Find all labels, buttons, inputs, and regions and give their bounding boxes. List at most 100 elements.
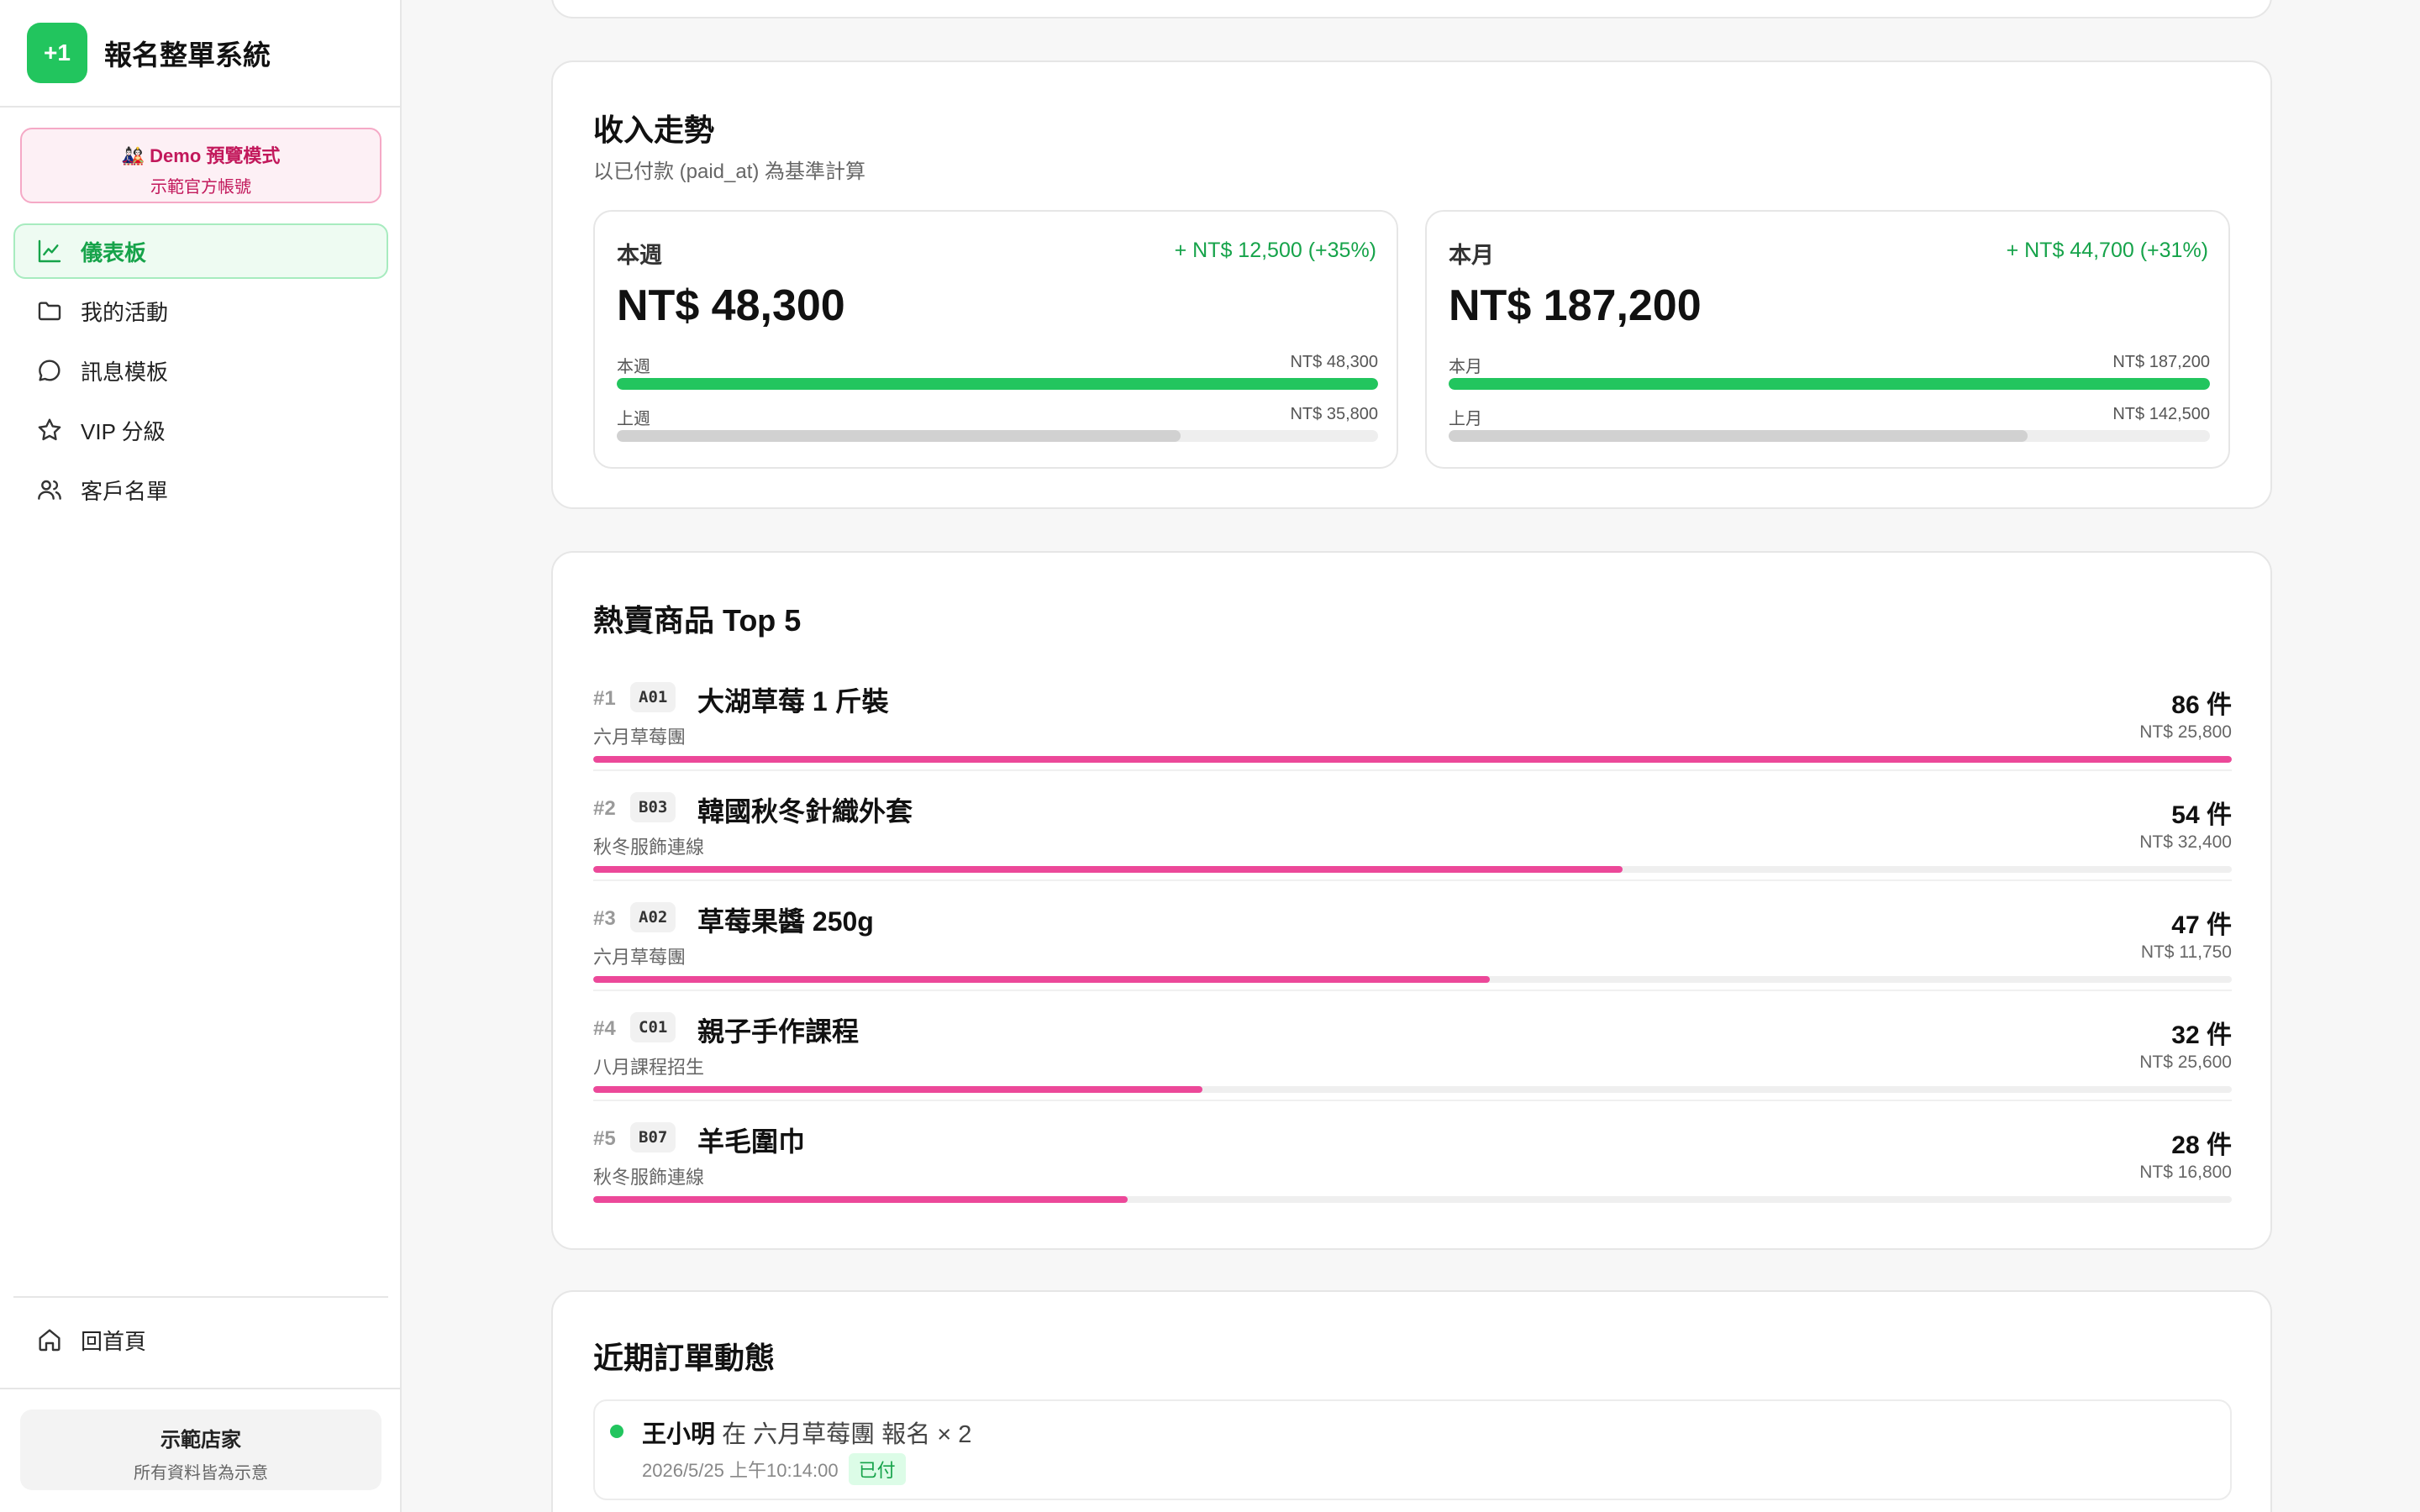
week-label: 本週 xyxy=(617,243,662,268)
week-previous-value: NT$ 35,800 xyxy=(1290,405,1378,423)
product-share-bar xyxy=(593,866,2232,873)
week-current-label: 本週 xyxy=(617,358,650,376)
home-icon xyxy=(35,1326,64,1354)
month-current-bar xyxy=(1449,378,2210,390)
sidebar-divider xyxy=(13,1296,388,1298)
list-item[interactable]: #1 A01 大湖草莓 1 斤裝 六月草莓團 86 件 NT$ 25,800 xyxy=(593,675,2232,783)
list-item[interactable]: #2 B03 韓國秋冬針織外套 秋冬服飾連線 54 件 NT$ 32,400 xyxy=(593,785,2232,893)
product-group: 秋冬服飾連線 xyxy=(593,1167,705,1188)
product-rank: #5 xyxy=(593,1127,616,1150)
product-share-bar xyxy=(593,1086,2232,1093)
product-name: 羊毛圍巾 xyxy=(697,1126,806,1157)
order-action: 報名 × 2 xyxy=(881,1421,972,1448)
product-revenue: NT$ 25,600 xyxy=(2139,1053,2232,1072)
income-month-panel: 本月 + NT$ 44,700 (+31%) NT$ 187,200 本月 NT… xyxy=(1425,210,2230,469)
product-revenue: NT$ 25,800 xyxy=(2139,722,2232,742)
order-meta: 2026/5/25 上午10:14:00 已付 xyxy=(642,1453,906,1485)
product-share-bar-fill xyxy=(593,756,2232,763)
divider xyxy=(593,990,2232,991)
demo-mode-title: 🎎 Demo 預覽模式 xyxy=(121,145,281,166)
star-icon xyxy=(35,416,64,444)
product-name: 草莓果醬 250g xyxy=(697,906,874,937)
product-code: A02 xyxy=(630,902,676,932)
product-share-bar-fill xyxy=(593,1086,1203,1093)
sidebar-item-label: VIP 分級 xyxy=(81,418,166,444)
previous-card xyxy=(551,0,2272,18)
divider xyxy=(593,769,2232,771)
week-current-bar-fill xyxy=(617,378,1378,390)
order-item[interactable]: 王小明 在 六月草莓團 報名 × 2 2026/5/25 上午10:14:00 … xyxy=(593,1399,2232,1500)
sidebar: +1 報名整單系統 🎎 Demo 預覽模式 示範官方帳號 儀表板 我的活動 訊息… xyxy=(0,0,402,1512)
week-previous-bar-fill xyxy=(617,430,1181,442)
month-label: 本月 xyxy=(1449,243,1494,268)
list-item[interactable]: #5 B07 羊毛圍巾 秋冬服飾連線 28 件 NT$ 16,800 xyxy=(593,1116,2232,1223)
sidebar-item-label: 儀表板 xyxy=(81,239,147,265)
brand-header[interactable]: +1 報名整單系統 xyxy=(0,0,400,108)
product-rank: #2 xyxy=(593,797,616,820)
product-share-bar xyxy=(593,756,2232,763)
store-note: 所有資料皆為示意 xyxy=(134,1464,268,1483)
sidebar-item-vip-tiers[interactable]: VIP 分級 xyxy=(13,402,388,458)
app-logo: +1 xyxy=(27,23,87,83)
product-code: C01 xyxy=(630,1012,676,1042)
demo-mode-banner: 🎎 Demo 預覽模式 示範官方帳號 xyxy=(20,128,381,203)
folder-icon xyxy=(35,297,64,325)
sidebar-item-dashboard[interactable]: 儀表板 xyxy=(13,223,388,279)
week-previous-label: 上週 xyxy=(617,410,650,428)
message-bubble-icon xyxy=(35,356,64,385)
order-customer: 王小明 xyxy=(642,1421,716,1448)
product-rank: #3 xyxy=(593,907,616,930)
product-group: 六月草莓團 xyxy=(593,947,687,968)
month-current-label: 本月 xyxy=(1449,358,1482,376)
product-code: B03 xyxy=(630,792,676,822)
product-group: 六月草莓團 xyxy=(593,727,687,748)
month-current-bar-fill xyxy=(1449,378,2210,390)
product-revenue: NT$ 32,400 xyxy=(2139,832,2232,852)
status-dot xyxy=(610,1425,623,1438)
top-products-card: 熱賣商品 Top 5 #1 A01 大湖草莓 1 斤裝 六月草莓團 86 件 N… xyxy=(551,551,2272,1250)
product-rank: #1 xyxy=(593,687,616,710)
sidebar-item-home[interactable]: 回首頁 xyxy=(13,1312,388,1368)
recent-orders-card: 近期訂單動態 王小明 在 六月草莓團 報名 × 2 2026/5/25 上午10… xyxy=(551,1290,2272,1512)
sidebar-nav: 儀表板 我的活動 訊息模板 VIP 分級 客戶名單 xyxy=(13,223,388,522)
sidebar-item-customers[interactable]: 客戶名單 xyxy=(13,462,388,517)
sidebar-item-label: 客戶名單 xyxy=(81,478,169,504)
sidebar-item-label: 回首頁 xyxy=(81,1328,147,1354)
product-share-bar-fill xyxy=(593,866,1623,873)
sidebar-item-label: 我的活動 xyxy=(81,299,169,325)
month-previous-value: NT$ 142,500 xyxy=(2112,405,2210,423)
status-badge: 已付 xyxy=(848,1453,906,1485)
divider xyxy=(593,1100,2232,1101)
product-quantity: 32 件 xyxy=(2171,1021,2232,1049)
month-current-value: NT$ 187,200 xyxy=(2112,353,2210,371)
sidebar-item-label: 訊息模板 xyxy=(81,359,169,385)
product-revenue: NT$ 11,750 xyxy=(2140,942,2232,962)
product-quantity: 47 件 xyxy=(2171,911,2232,939)
income-trend-title: 收入走勢 xyxy=(593,113,715,147)
income-week-panel: 本週 + NT$ 12,500 (+35%) NT$ 48,300 本週 NT$… xyxy=(593,210,1398,469)
sidebar-item-message-templates[interactable]: 訊息模板 xyxy=(13,343,388,398)
list-item[interactable]: #3 A02 草莓果醬 250g 六月草莓團 47 件 NT$ 11,750 xyxy=(593,895,2232,1003)
product-group: 秋冬服飾連線 xyxy=(593,837,705,858)
product-revenue: NT$ 16,800 xyxy=(2139,1163,2232,1182)
product-code: A01 xyxy=(630,682,676,712)
week-delta: + NT$ 12,500 (+35%) xyxy=(1174,239,1376,262)
income-trend-subtitle: 以已付款 (paid_at) 為基準計算 xyxy=(593,160,866,183)
store-info: 示範店家 所有資料皆為示意 xyxy=(20,1410,381,1490)
month-delta: + NT$ 44,700 (+31%) xyxy=(2006,239,2208,262)
top-products-title: 熱賣商品 Top 5 xyxy=(593,603,802,638)
product-group: 八月課程招生 xyxy=(593,1057,705,1078)
list-item[interactable]: #4 C01 親子手作課程 八月課程招生 32 件 NT$ 25,600 xyxy=(593,1005,2232,1113)
app-name: 報名整單系統 xyxy=(104,39,271,71)
demo-mode-subtitle: 示範官方帳號 xyxy=(150,178,251,197)
product-quantity: 54 件 xyxy=(2171,801,2232,829)
month-amount: NT$ 187,200 xyxy=(1449,281,1702,330)
recent-orders-title: 近期訂單動態 xyxy=(593,1341,776,1375)
product-rank: #4 xyxy=(593,1017,616,1040)
chart-line-icon xyxy=(35,237,64,265)
product-quantity: 86 件 xyxy=(2171,691,2232,719)
product-share-bar-fill xyxy=(593,1196,1128,1203)
product-share-bar xyxy=(593,1196,2232,1203)
order-event: 六月草莓團 xyxy=(753,1421,876,1448)
sidebar-item-my-events[interactable]: 我的活動 xyxy=(13,283,388,339)
